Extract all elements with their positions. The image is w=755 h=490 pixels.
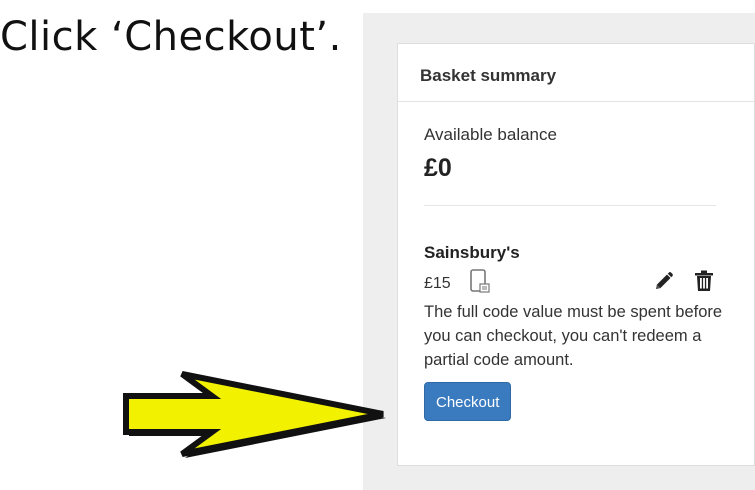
basket-item-price: £15 [424,275,451,292]
divider [424,205,716,206]
instruction-text: Click ‘Checkout’. [0,14,342,60]
mobile-device-icon [470,269,490,293]
pencil-icon[interactable] [652,271,674,293]
basket-item-merchant: Sainsbury's [424,243,520,262]
available-balance-value: £0 [424,154,452,182]
available-balance-label: Available balance [424,125,557,144]
basket-summary-card: Basket summary Available balance £0 Sain… [397,43,755,466]
basket-summary-title: Basket summary [398,44,754,102]
basket-item-row: £15 [424,269,714,299]
trash-icon[interactable] [694,270,714,292]
checkout-button[interactable]: Checkout [424,382,512,421]
basket-summary-body: Available balance £0 Sainsbury's £15 The… [398,125,754,421]
partial-redeem-note: The full code value must be spent before… [424,303,723,369]
